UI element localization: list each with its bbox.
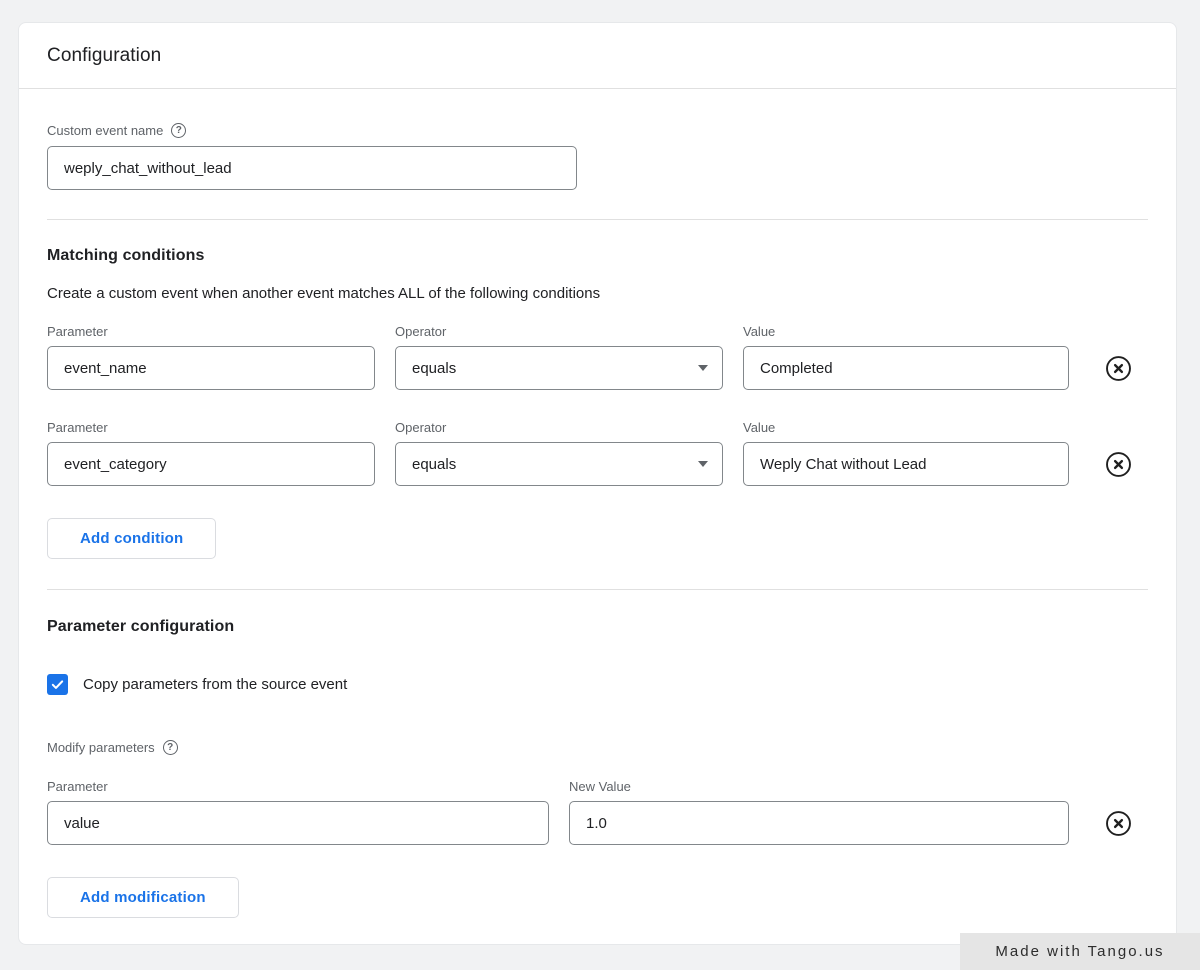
modify-parameters-label: Modify parameters ? <box>47 739 1148 756</box>
condition-value-input[interactable] <box>743 442 1069 486</box>
condition-value-field: Value <box>743 323 1069 390</box>
copy-parameters-checkbox[interactable] <box>47 674 68 695</box>
operator-selected-value: equals <box>412 359 457 377</box>
value-label: Value <box>743 324 776 339</box>
chevron-down-icon <box>698 365 708 371</box>
modification-parameter-field: Parameter <box>47 778 549 845</box>
condition-parameter-field: Parameter <box>47 323 375 390</box>
copy-parameters-row: Copy parameters from the source event <box>47 674 1148 695</box>
remove-cell <box>1089 442 1148 486</box>
matching-conditions-section: Matching conditions Create a custom even… <box>19 247 1176 559</box>
add-condition-button[interactable]: Add condition <box>47 518 217 559</box>
remove-condition-button[interactable] <box>1105 354 1133 382</box>
divider <box>47 589 1148 590</box>
condition-row: Parameter Operator equals Value <box>47 323 1148 390</box>
remove-modification-button[interactable] <box>1105 809 1133 837</box>
parameter-label: Parameter <box>47 324 108 339</box>
modification-new-value-input[interactable] <box>569 801 1069 845</box>
modification-parameter-input[interactable] <box>47 801 549 845</box>
tango-watermark-text: Made with Tango.us <box>995 943 1165 960</box>
remove-cell <box>1089 346 1148 390</box>
operator-label: Operator <box>395 420 447 435</box>
tango-watermark: Made with Tango.us <box>960 933 1200 970</box>
condition-row: Parameter Operator equals Value <box>47 419 1148 486</box>
condition-value-field: Value <box>743 419 1069 486</box>
custom-event-name-label: Custom event name ? <box>47 122 1148 139</box>
parameter-label: Parameter <box>47 420 108 435</box>
value-label: Value <box>743 420 776 435</box>
card-header: Configuration <box>19 23 1176 89</box>
modification-new-value-field: New Value <box>569 778 1069 845</box>
custom-event-name-input[interactable] <box>47 146 577 190</box>
remove-cell <box>1089 801 1148 845</box>
modification-row: Parameter New Value <box>47 778 1148 845</box>
condition-parameter-input[interactable] <box>47 442 375 486</box>
condition-operator-select[interactable]: equals <box>395 346 723 390</box>
help-icon[interactable]: ? <box>162 740 178 755</box>
chevron-down-icon <box>698 461 708 467</box>
help-icon[interactable]: ? <box>171 123 187 138</box>
add-modification-button[interactable]: Add modification <box>47 877 239 918</box>
parameter-label: Parameter <box>47 779 108 794</box>
condition-parameter-input[interactable] <box>47 346 375 390</box>
condition-parameter-field: Parameter <box>47 419 375 486</box>
condition-operator-field: Operator equals <box>395 323 723 390</box>
circle-x-icon <box>1106 810 1131 836</box>
matching-conditions-heading: Matching conditions <box>47 247 205 264</box>
operator-label: Operator <box>395 324 447 339</box>
copy-parameters-label: Copy parameters from the source event <box>83 676 348 693</box>
parameter-configuration-section: Parameter configuration Copy parameters … <box>19 618 1176 918</box>
circle-x-icon <box>1106 355 1131 381</box>
circle-x-icon <box>1106 451 1131 477</box>
operator-selected-value: equals <box>412 455 457 473</box>
condition-operator-select[interactable]: equals <box>395 442 723 486</box>
matching-conditions-description: Create a custom event when another event… <box>47 285 601 302</box>
custom-event-section: Custom event name ? <box>19 122 1176 190</box>
page-title: Configuration <box>47 44 162 66</box>
condition-operator-field: Operator equals <box>395 419 723 486</box>
remove-condition-button[interactable] <box>1105 450 1133 478</box>
condition-value-input[interactable] <box>743 346 1069 390</box>
checkmark-icon <box>51 680 64 689</box>
parameter-configuration-heading: Parameter configuration <box>47 618 235 635</box>
configuration-card: Configuration Custom event name ? Matchi… <box>18 22 1177 945</box>
divider <box>47 219 1148 220</box>
new-value-label: New Value <box>569 779 631 794</box>
